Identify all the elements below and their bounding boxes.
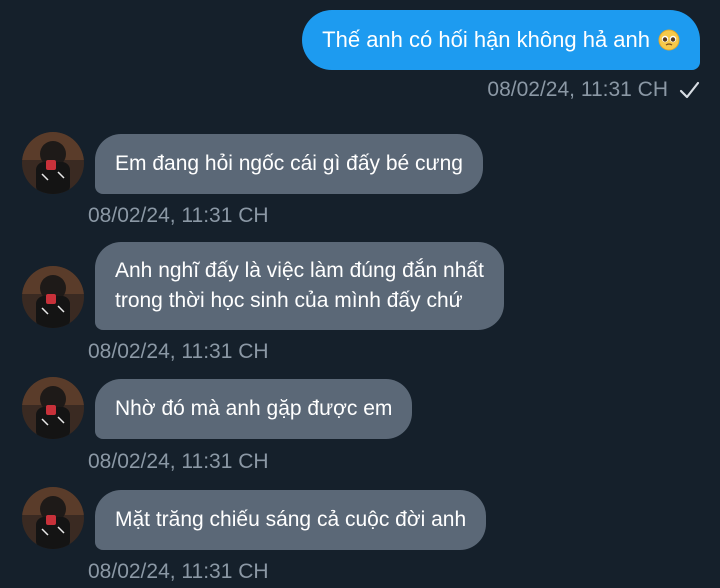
message-timestamp: 08/02/24, 11:31 CH <box>88 204 269 227</box>
message-text-line: Em đang hỏi ngốc cái gì đấy bé cưng <box>115 152 463 175</box>
avatar[interactable] <box>22 377 84 439</box>
pleading-face-emoji <box>658 29 680 51</box>
message-timestamp: 08/02/24, 11:31 CH <box>88 450 269 473</box>
received-message-bubble[interactable]: Em đang hỏi ngốc cái gì đấy bé cưng <box>95 134 483 194</box>
sent-message-bubble[interactable]: Thế anh có hối hận không hả anh <box>302 10 700 70</box>
check-icon <box>679 81 700 99</box>
sent-timestamp: 08/02/24, 11:31 CH <box>487 78 668 101</box>
sent-message-text: Thế anh có hối hận không hả anh <box>322 27 650 52</box>
message-text-line: Nhờ đó mà anh gặp được em <box>115 397 393 420</box>
message-text-line: trong thời học sinh của mình đấy chứ <box>115 289 463 312</box>
message-timestamp: 08/02/24, 11:31 CH <box>88 340 269 363</box>
message-text-line: Mặt trăng chiếu sáng cả cuộc đời anh <box>115 508 467 531</box>
avatar[interactable] <box>22 487 84 549</box>
avatar[interactable] <box>22 266 84 328</box>
message-timestamp: 08/02/24, 11:31 CH <box>88 560 269 583</box>
sent-message-meta: 08/02/24, 11:31 CH <box>487 78 700 102</box>
received-message-bubble[interactable]: Mặt trăng chiếu sáng cả cuộc đời anh <box>95 490 487 550</box>
message-text-line: Anh nghĩ đấy là việc làm đúng đắn nhất <box>115 259 484 282</box>
avatar[interactable] <box>22 132 84 194</box>
received-message-bubble[interactable]: Nhờ đó mà anh gặp được em <box>95 379 413 439</box>
received-message-bubble[interactable]: Anh nghĩ đấy là việc làm đúng đắn nhất tr… <box>95 242 504 330</box>
